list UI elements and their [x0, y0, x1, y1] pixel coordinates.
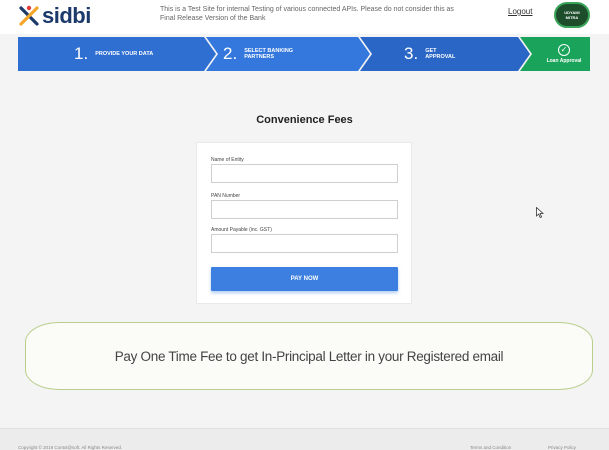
amount-payable-input[interactable] [211, 234, 398, 253]
sidbi-logo-mark-icon [19, 5, 39, 26]
step-3: 3. GET APPROVAL [404, 37, 465, 71]
test-site-notice: This is a Test Site for internal Testing… [160, 6, 454, 22]
page-footer: Copyright © 2019 Contxt@soft. All Rights… [0, 428, 609, 450]
step-3-label: GET APPROVAL [425, 47, 456, 61]
entity-name-label: Name of Entity [211, 157, 244, 163]
top-header: sidbi This is a Test Site for internal T… [0, 0, 609, 34]
copyright-text: Copyright © 2019 Contxt@soft. All Rights… [18, 445, 123, 450]
loan-approval-label: Loan Approval [546, 58, 582, 64]
privacy-link[interactable]: Privacy Policy [548, 445, 576, 450]
logout-link[interactable]: Logout [508, 7, 532, 16]
fee-form-card: Name of Entity PAN Number Amount Payable… [196, 142, 412, 304]
check-circle-icon: ✓ [558, 44, 570, 56]
banner-text: Pay One Time Fee to get In-Principal Let… [114, 348, 504, 364]
udyami-mitra-badge: UDYAMI MITRA [554, 2, 590, 28]
pan-number-label: PAN Number [211, 193, 241, 199]
info-banner: Pay One Time Fee to get In-Principal Let… [25, 322, 593, 390]
step-1-number: 1. [74, 44, 89, 63]
amount-payable-label: Amount Payable (inc. GST) [211, 227, 272, 233]
mouse-cursor-icon [536, 207, 544, 218]
entity-name-input[interactable] [211, 164, 398, 183]
logo-text: sidbi [42, 3, 91, 28]
step-1: 1. PROVIDE YOUR DATA [74, 37, 165, 71]
step-2-label: SELECT BANKING PARTNERS [244, 47, 294, 61]
step-1-label: PROVIDE YOUR DATA [95, 50, 154, 57]
step-3-number: 3. [404, 44, 419, 63]
pan-number-input[interactable] [211, 200, 398, 219]
step-2: 2. SELECT BANKING PARTNERS [223, 37, 314, 71]
terms-link[interactable]: Terms and Condition [470, 445, 511, 450]
sidbi-logo[interactable]: sidbi [18, 3, 91, 29]
pay-now-button[interactable]: PAY NOW [211, 267, 398, 291]
step-loan-approval: ✓ Loan Approval [538, 37, 590, 71]
progress-stepper: 1. PROVIDE YOUR DATA 2. SELECT BANKING P… [18, 37, 590, 71]
step-2-number: 2. [223, 44, 238, 63]
page-title: Convenience Fees [256, 114, 353, 126]
